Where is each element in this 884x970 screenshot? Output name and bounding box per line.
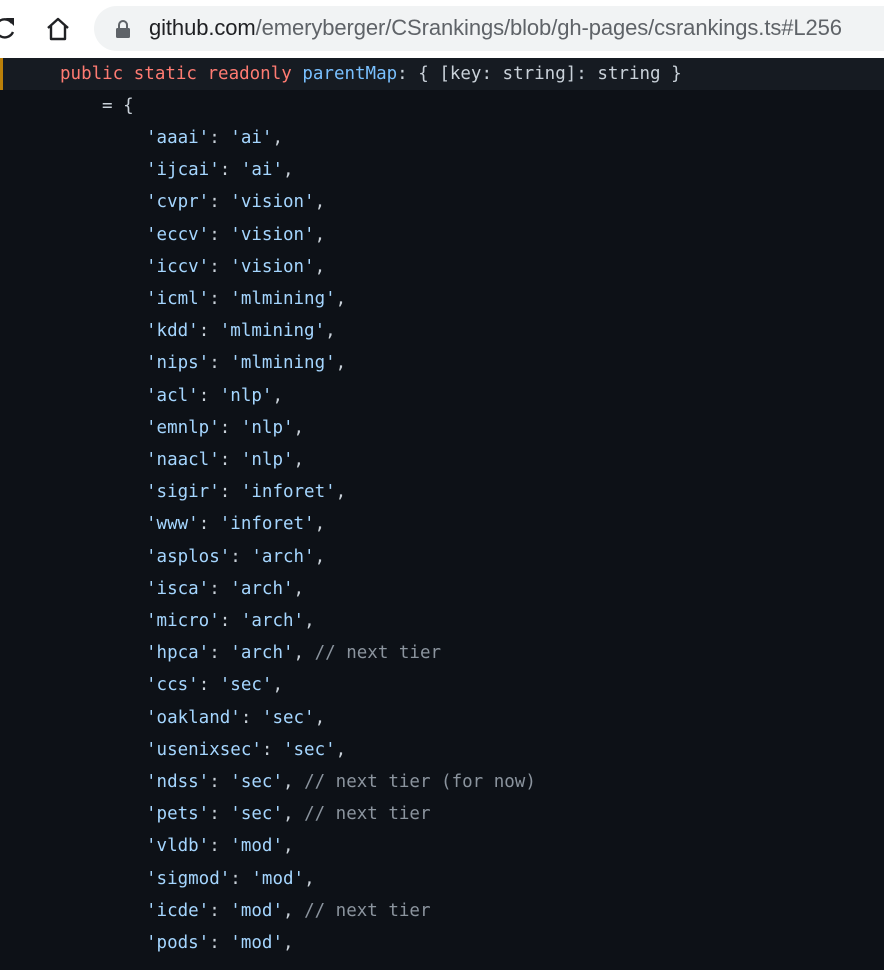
entry-key: 'ndss' bbox=[146, 772, 210, 792]
entry-value: 'vision' bbox=[230, 192, 315, 213]
map-entry: 'cvpr': 'vision', bbox=[146, 192, 326, 213]
entry-value: 'mod' bbox=[230, 836, 283, 857]
map-entry: 'naacl': 'nlp', bbox=[146, 450, 305, 470]
map-entry: 'ijcai': 'ai', bbox=[146, 160, 294, 181]
entry-value: 'sec' bbox=[261, 707, 315, 728]
home-icon[interactable] bbox=[44, 15, 72, 43]
entry-key: 'hpca' bbox=[146, 643, 210, 664]
entry-value: 'ai' bbox=[230, 128, 273, 148]
entry-key: 'eccv' bbox=[146, 224, 210, 245]
entry-key: 'ccs' bbox=[146, 675, 199, 696]
entry-key: 'icml' bbox=[146, 289, 210, 309]
entry-value: 'arch' bbox=[240, 611, 305, 631]
entry-value: 'inforet' bbox=[240, 482, 336, 503]
entry-key: 'sigmod' bbox=[146, 868, 231, 889]
map-entry: 'isca': 'arch', bbox=[146, 578, 305, 599]
entry-value: 'nlp' bbox=[240, 450, 294, 470]
map-entry: 'emnlp': 'nlp', bbox=[146, 417, 305, 438]
reload-icon[interactable] bbox=[0, 15, 16, 41]
entry-key: 'acl' bbox=[146, 385, 199, 406]
map-entry: 'aaai': 'ai', bbox=[146, 128, 283, 148]
entry-comment: // next tier (for now) bbox=[304, 772, 536, 792]
modifiers: public static readonly bbox=[60, 64, 292, 84]
entry-value: 'mod' bbox=[230, 933, 283, 953]
entry-key: 'cvpr' bbox=[146, 192, 210, 213]
map-entry: 'pets': 'sec', // next tier bbox=[146, 804, 431, 825]
entry-key: 'aaai' bbox=[146, 128, 210, 148]
entry-key: 'iccv' bbox=[146, 256, 210, 277]
map-entry: 'sigir': 'inforet', bbox=[146, 482, 347, 503]
entry-key: 'asplos' bbox=[146, 546, 231, 567]
entry-value: 'sec' bbox=[230, 772, 283, 792]
url-text[interactable]: github.com/emeryberger/CSrankings/blob/g… bbox=[149, 15, 842, 41]
entry-value: 'arch' bbox=[251, 546, 315, 567]
entry-key: 'www' bbox=[146, 514, 199, 535]
entry-key: 'micro' bbox=[146, 611, 220, 631]
map-entry: 'nips': 'mlmining', bbox=[146, 353, 347, 374]
map-type: : { [key: string]: string } bbox=[397, 64, 682, 84]
entry-value: 'vision' bbox=[230, 224, 315, 245]
entry-key: 'usenixsec' bbox=[146, 739, 262, 760]
entry-key: 'pods' bbox=[146, 933, 210, 953]
entry-key: 'emnlp' bbox=[146, 417, 220, 438]
entry-key: 'oakland' bbox=[146, 707, 241, 728]
map-entry: 'usenixsec': 'sec', bbox=[146, 739, 347, 760]
lock-icon[interactable] bbox=[115, 19, 131, 39]
entry-value: 'arch' bbox=[230, 643, 294, 664]
map-entry: 'ndss': 'sec', // next tier (for now) bbox=[146, 772, 536, 792]
map-entry: 'asplos': 'arch', bbox=[146, 546, 326, 567]
browser-toolbar: github.com/emeryberger/CSrankings/blob/g… bbox=[0, 0, 884, 58]
map-entry: 'www': 'inforet', bbox=[146, 514, 326, 535]
declaration-line: public static readonly parentMap: { [key… bbox=[60, 58, 682, 90]
entry-key: 'kdd' bbox=[146, 321, 199, 342]
map-entry: 'sigmod': 'mod', bbox=[146, 868, 315, 889]
url-path: /emeryberger/CSrankings/blob/gh-pages/cs… bbox=[255, 15, 842, 40]
map-entry: 'eccv': 'vision', bbox=[146, 224, 326, 245]
highlight-marker bbox=[0, 58, 3, 90]
entry-value: 'ai' bbox=[240, 160, 283, 181]
entry-value: 'arch' bbox=[230, 578, 294, 599]
entry-key: 'pets' bbox=[146, 804, 210, 825]
entry-value: 'nlp' bbox=[219, 385, 273, 406]
entry-key: 'icde' bbox=[146, 900, 210, 921]
entry-key: 'sigir' bbox=[146, 482, 220, 503]
entry-comment: // next tier bbox=[304, 804, 431, 825]
entry-value: 'vision' bbox=[230, 256, 315, 277]
assign-line: = { bbox=[102, 96, 134, 116]
map-entry: 'acl': 'nlp', bbox=[146, 385, 283, 406]
entry-key: 'nips' bbox=[146, 353, 210, 374]
entry-value: 'inforet' bbox=[219, 514, 315, 535]
code-view: public static readonly parentMap: { [key… bbox=[0, 58, 884, 970]
entry-value: 'sec' bbox=[230, 804, 283, 825]
map-entry: 'vldb': 'mod', bbox=[146, 836, 294, 857]
entry-value: 'mlmining' bbox=[230, 289, 336, 309]
entry-key: 'vldb' bbox=[146, 836, 210, 857]
map-entry: 'kdd': 'mlmining', bbox=[146, 321, 336, 342]
entry-comment: // next tier bbox=[304, 900, 431, 921]
map-entry: 'icde': 'mod', // next tier bbox=[146, 900, 431, 921]
entry-value: 'nlp' bbox=[240, 417, 294, 438]
url-host: github.com bbox=[149, 15, 256, 40]
entry-value: 'sec' bbox=[219, 675, 273, 696]
map-entry: 'iccv': 'vision', bbox=[146, 256, 326, 277]
map-entry: 'oakland': 'sec', bbox=[146, 707, 326, 728]
entry-value: 'mod' bbox=[251, 868, 305, 889]
map-entry: 'icml': 'mlmining', bbox=[146, 289, 347, 309]
entry-value: 'mod' bbox=[230, 900, 283, 921]
entry-value: 'mlmining' bbox=[219, 321, 326, 342]
entry-comment: // next tier bbox=[314, 643, 442, 664]
entry-key: 'ijcai' bbox=[146, 160, 220, 181]
entry-key: 'naacl' bbox=[146, 450, 220, 470]
map-entry: 'hpca': 'arch', // next tier bbox=[146, 643, 442, 664]
entry-key: 'isca' bbox=[146, 578, 210, 599]
map-entry: 'pods': 'mod', bbox=[146, 933, 294, 953]
entry-value: 'sec' bbox=[282, 739, 336, 760]
map-name: parentMap bbox=[302, 64, 398, 84]
map-entry: 'ccs': 'sec', bbox=[146, 675, 283, 696]
map-entry: 'micro': 'arch', bbox=[146, 611, 315, 631]
entry-value: 'mlmining' bbox=[230, 353, 336, 374]
